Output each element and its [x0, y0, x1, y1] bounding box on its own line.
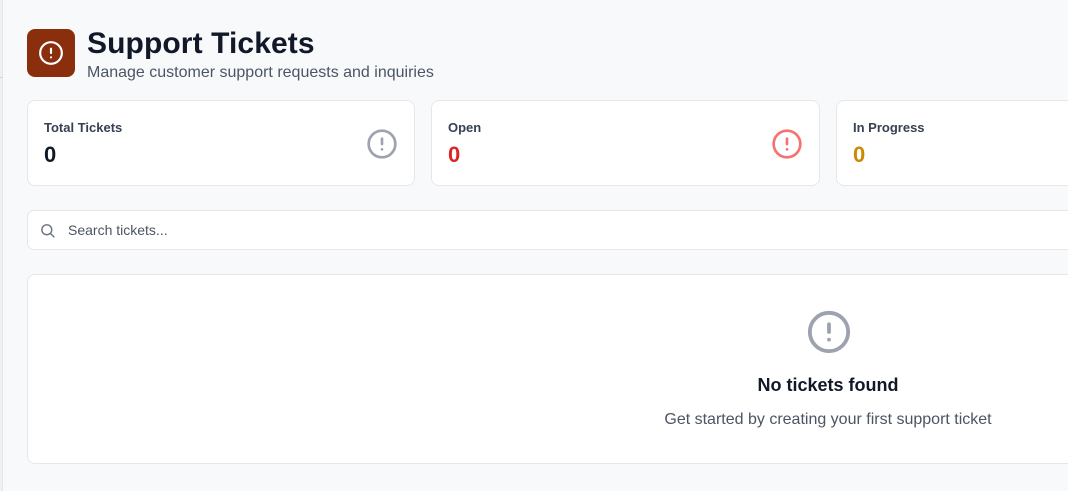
- search-icon: [41, 224, 55, 238]
- search-input[interactable]: [68, 211, 968, 249]
- stat-card-total: Total Tickets 0: [27, 100, 415, 186]
- stat-card-open: Open 0: [431, 100, 820, 186]
- stat-card-in-progress: In Progress 0: [836, 100, 1068, 186]
- stat-value: 0: [44, 142, 57, 167]
- alert-circle-icon: [772, 129, 802, 159]
- stat-label: Open: [448, 120, 482, 135]
- search-box: [27, 210, 1068, 250]
- support-tickets-page: Support Tickets Manage customer support …: [0, 0, 1068, 491]
- tickets-list-empty-state: No tickets found Get started by creating…: [27, 274, 1068, 464]
- stat-value: 0: [448, 142, 461, 167]
- stat-label: In Progress: [853, 120, 925, 135]
- alert-circle-icon: [807, 310, 851, 354]
- page-header: Support Tickets Manage customer support …: [27, 29, 434, 81]
- empty-state-title: No tickets found: [757, 375, 899, 395]
- header-icon-tile: [27, 29, 75, 77]
- left-panel-divider: [0, 60, 3, 78]
- page-subtitle: Manage customer support requests and inq…: [87, 64, 434, 81]
- alert-circle-icon: [39, 41, 63, 65]
- page-title: Support Tickets: [87, 27, 315, 60]
- alert-circle-icon: [367, 129, 397, 159]
- stat-label: Total Tickets: [44, 120, 123, 135]
- stat-value: 0: [853, 142, 866, 167]
- empty-state-text: Get started by creating your first suppo…: [664, 411, 992, 428]
